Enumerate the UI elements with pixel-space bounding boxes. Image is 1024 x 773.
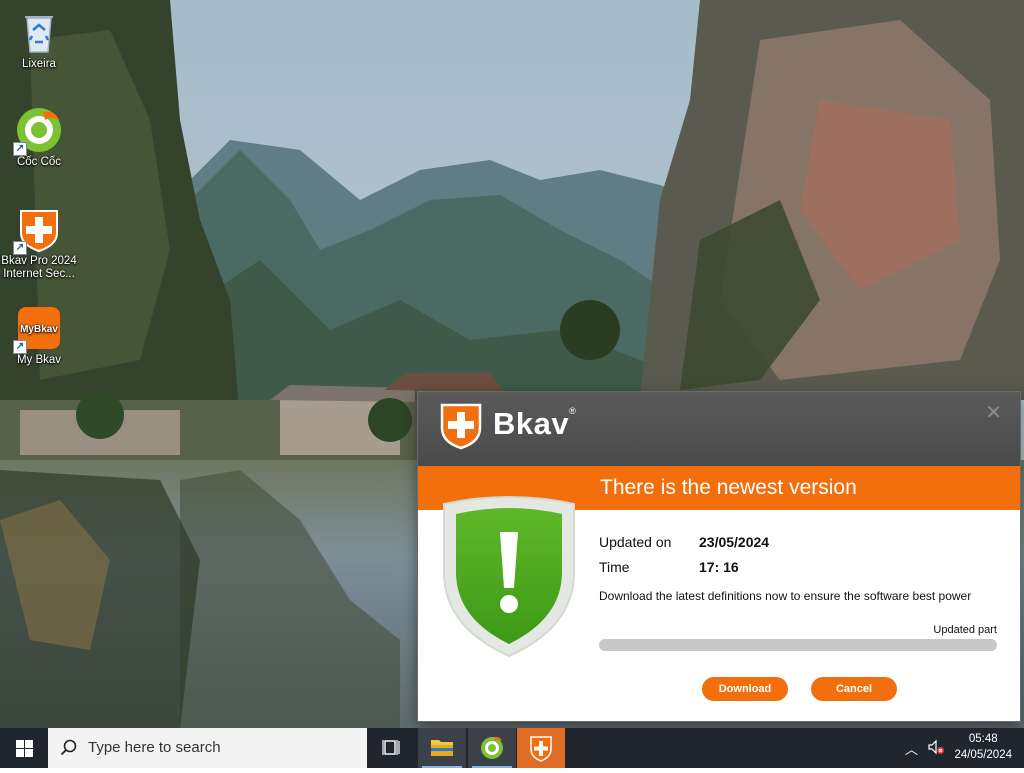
shortcut-arrow-icon: ↗ [13,241,27,255]
bkav-shield-icon [530,736,552,762]
clock-date: 24/05/2024 [954,749,1012,761]
coccoc-browser-icon [481,736,503,759]
cancel-button[interactable]: Cancel [811,677,897,701]
volume-muted-icon[interactable] [928,739,944,758]
update-description: Download the latest definitions now to e… [599,589,972,603]
desktop-icon-coccoc[interactable]: ↗ Cốc Cốc [1,106,77,169]
windows-logo-icon [16,740,33,757]
coccoc-browser-icon: ↗ [13,106,63,156]
file-explorer-icon [431,740,453,756]
updated-on-value: 23/05/2024 [699,534,770,550]
start-button[interactable] [0,728,48,768]
system-clock[interactable]: 05:48 24/05/2024 [954,731,1012,763]
updated-part-label: Updated part [933,624,997,636]
show-hidden-icons-chevron-icon[interactable]: ︿ [905,739,918,758]
desktop-icon-bkav-pro[interactable]: ↗ Bkav Pro 2024 Internet Sec... [1,205,77,281]
task-view-icon [382,740,400,755]
taskbar-search-box[interactable]: Type here to search [48,728,367,768]
dialog-title: There is the newest version [600,476,857,499]
desktop-icon-label: My Bkav [16,354,62,366]
download-button[interactable]: Download [702,677,788,701]
update-progress-bar [599,639,997,651]
taskbar: Type here to search ︿ 05:48 24/05/2024 [0,728,1024,768]
time-label: Time [599,559,630,575]
time-value: 17: 16 [699,559,739,575]
recycle-bin-icon [15,8,63,56]
warning-shield-icon [438,492,580,660]
task-view-button[interactable] [368,728,416,768]
mybkav-icon: MyBkav ↗ [13,304,63,354]
search-icon [60,739,77,756]
desktop-icon-recycle-bin[interactable]: Lixeira [1,8,77,71]
shortcut-arrow-icon: ↗ [13,142,27,156]
file-explorer-button[interactable] [418,728,466,768]
bkav-update-dialog: Bkav® ✕ There is the newest version Upda… [418,392,1020,721]
desktop-icon-label: Bkav Pro 2024 Internet Sec... [1,255,77,280]
shortcut-arrow-icon: ↗ [13,340,27,354]
search-placeholder: Type here to search [88,739,221,756]
clock-time: 05:48 [968,733,998,745]
close-icon[interactable]: ✕ [985,400,1002,425]
desktop-icon-label: Cốc Cốc [16,156,62,168]
coccoc-taskbar-button[interactable] [468,728,516,768]
bkav-taskbar-button[interactable] [517,728,565,768]
bkav-shield-icon: ↗ [13,205,63,255]
registered-mark-icon: ® [569,406,577,416]
brand-name: Bkav® [493,406,577,441]
desktop-icon-mybkav[interactable]: MyBkav ↗ My Bkav [1,304,77,367]
desktop-icon-label: Lixeira [22,58,56,70]
bkav-logo-icon [440,402,482,450]
svg-text:MyBkav: MyBkav [20,324,58,335]
updated-on-label: Updated on [599,534,672,550]
